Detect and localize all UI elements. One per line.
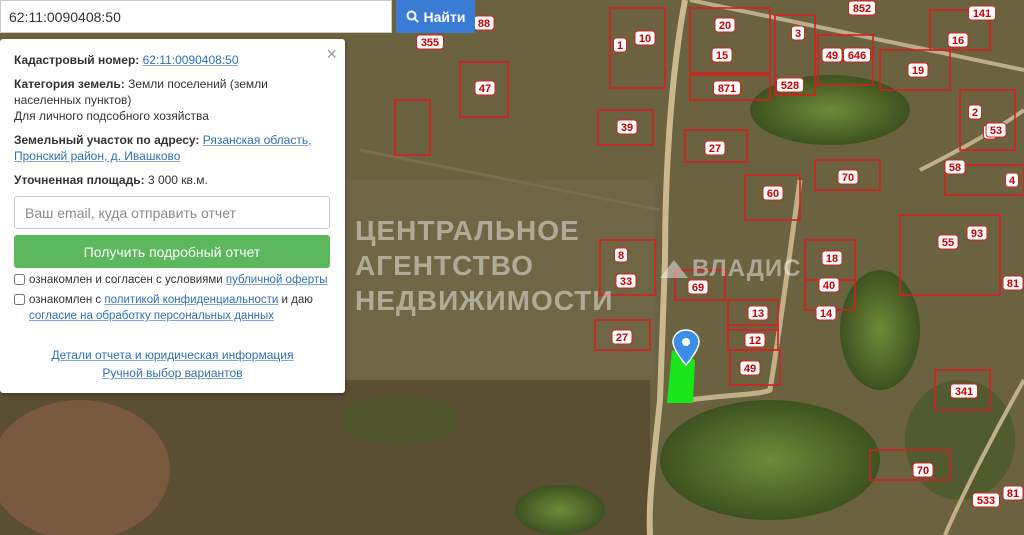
parcel-label[interactable]: 141 [973,8,991,20]
email-field[interactable] [14,196,330,229]
parcel-label[interactable]: 49 [826,50,838,62]
parcel-label[interactable]: 355 [421,37,439,49]
footer-links: Детали отчета и юридическая информация Р… [14,346,331,382]
manual-selection-link[interactable]: Ручной выбор вариантов [102,366,242,380]
privacy-policy-link[interactable]: политикой конфиденциальности [104,294,278,306]
search-bar [0,0,392,33]
close-icon[interactable]: × [326,45,337,63]
parcel-label[interactable]: 4 [1009,175,1016,187]
parcel-label[interactable]: 2 [972,107,978,119]
consent-offer-checkbox[interactable] [14,274,25,285]
parcel-label[interactable]: 528 [781,80,799,92]
parcel-label[interactable]: 8 [618,250,624,262]
parcel-label[interactable]: 33 [620,276,632,288]
parcel-label[interactable]: 53 [990,125,1002,137]
parcel-label[interactable]: 70 [842,172,854,184]
parcel-label[interactable]: 40 [823,280,835,292]
parcel-label[interactable]: 60 [767,188,779,200]
area-row: Уточненная площадь: 3 000 кв.м. [14,172,331,188]
parcel-label[interactable]: 1 [617,40,623,52]
parcel-label[interactable]: 19 [912,65,924,77]
consent-offer: ознакомлен и согласен с условиями публич… [14,272,331,288]
parcel-label[interactable]: 58 [949,162,961,174]
cadastral-label: Кадастровый номер: [14,53,140,67]
search-input[interactable] [1,1,391,32]
parcel-label[interactable]: 47 [479,83,491,95]
parcel-label[interactable]: 93 [971,228,983,240]
parcel-label[interactable]: 69 [692,282,704,294]
parcel-label[interactable]: 81 [1007,488,1019,500]
category-row: Категория земель: Земли поселений (земли… [14,76,331,124]
parcel-label[interactable]: 14 [820,308,833,320]
consent-privacy: ознакомлен с политикой конфиденциальност… [14,292,331,324]
parcel-label[interactable]: 55 [942,237,954,249]
parcel-label[interactable]: 49 [744,363,756,375]
consent-privacy-checkbox[interactable] [14,294,25,305]
parcel-label[interactable]: 852 [853,3,871,15]
area-value: 3 000 кв.м. [147,173,208,187]
parcel-label[interactable]: 646 [848,50,866,62]
parcel-label[interactable]: 16 [952,35,964,47]
search-button[interactable]: Найти [396,0,475,33]
parcel-label[interactable]: 18 [826,253,838,265]
parcel-label[interactable]: 12 [749,335,761,347]
parcel-label[interactable]: 15 [716,50,728,62]
consent-privacy-mid: и даю [281,294,313,306]
get-report-button[interactable]: Получить подробный отчет [14,235,330,268]
parcel-label[interactable]: 533 [977,495,995,507]
address-row: Земельный участок по адресу: Рязанская о… [14,132,331,164]
usage-value: Для личного подсобного хозяйства [14,109,209,123]
cadastral-link[interactable]: 62:11:0090408:50 [143,53,239,67]
parcel-label[interactable]: 13 [752,308,764,320]
parcel-label[interactable]: 871 [718,83,736,95]
category-label: Категория земель: [14,77,125,91]
parcel-label[interactable]: 3 [795,28,801,40]
parcel-label[interactable]: 39 [621,122,633,134]
address-label: Земельный участок по адресу: [14,133,200,147]
parcel-label[interactable]: 81 [1007,278,1019,290]
search-button-label: Найти [423,8,466,25]
parcel-label[interactable]: 341 [955,386,973,398]
personal-data-consent-link[interactable]: согласие на обработку персональных данны… [29,310,274,322]
report-details-link[interactable]: Детали отчета и юридическая информация [52,348,294,362]
consent-offer-text: ознакомлен и согласен с условиями [29,274,223,286]
parcel-label[interactable]: 88 [478,18,490,30]
consent-privacy-text: ознакомлен с [29,294,102,306]
parcel-label[interactable]: 10 [639,33,651,45]
search-icon [406,10,419,23]
parcel-label[interactable]: 27 [616,332,628,344]
parcel-label[interactable]: 70 [917,465,929,477]
parcel-label[interactable]: 27 [709,143,721,155]
info-panel: × Кадастровый номер: 62:11:0090408:50 Ка… [0,39,345,393]
parcel-label[interactable]: 20 [719,20,731,32]
area-label: Уточненная площадь: [14,173,145,187]
public-offer-link[interactable]: публичной оферты [226,274,328,286]
cadastral-row: Кадастровый номер: 62:11:0090408:50 [14,52,331,68]
